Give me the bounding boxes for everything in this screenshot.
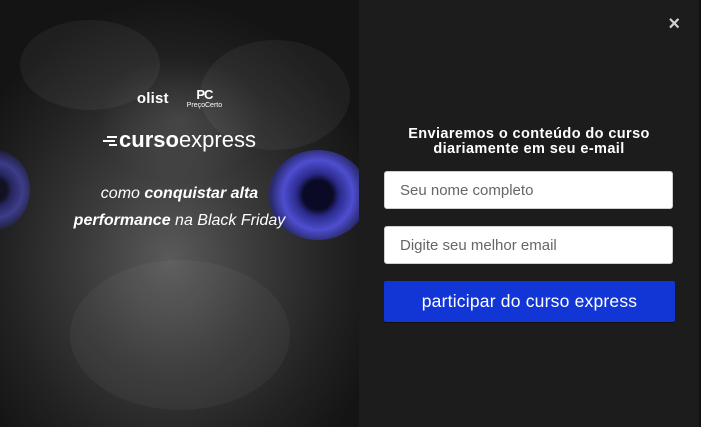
olist-logo: olist	[136, 90, 169, 107]
form-headline: Enviaremos o conteúdo do curso diariamen…	[384, 127, 674, 157]
tagline-part2: conquistar alta	[144, 185, 259, 202]
tagline: como conquistar alta performance na Blac…	[0, 180, 359, 234]
precocerto-mark: PC	[196, 87, 213, 102]
curso-lines-icon	[103, 136, 118, 147]
submit-button[interactable]: participar do curso express	[384, 281, 675, 322]
owl-hero-image: olist PC PreçoCerto cursoexpress como co…	[0, 0, 359, 427]
partner-logos: olist PC PreçoCerto	[0, 88, 359, 109]
tagline-part1: como	[100, 185, 145, 202]
name-input[interactable]	[384, 171, 673, 209]
tagline-part4: na Black Friday	[170, 212, 286, 229]
email-input[interactable]	[384, 226, 673, 264]
form-headline-line2: diariamente em seu e-mail	[433, 141, 625, 157]
signup-modal: olist PC PreçoCerto cursoexpress como co…	[0, 0, 701, 427]
precocerto-logo: PC PreçoCerto	[187, 88, 222, 109]
curso-logo-bold: curso	[119, 127, 179, 152]
owl-feather-texture	[70, 260, 290, 410]
curso-logo-light: express	[178, 127, 256, 152]
close-icon[interactable]: ×	[668, 14, 680, 34]
tagline-part3: performance	[73, 212, 171, 229]
form-headline-line1: Enviaremos o conteúdo do curso	[408, 126, 650, 142]
curso-express-logo: cursoexpress	[0, 127, 359, 153]
precocerto-name: PreçoCerto	[186, 102, 223, 109]
